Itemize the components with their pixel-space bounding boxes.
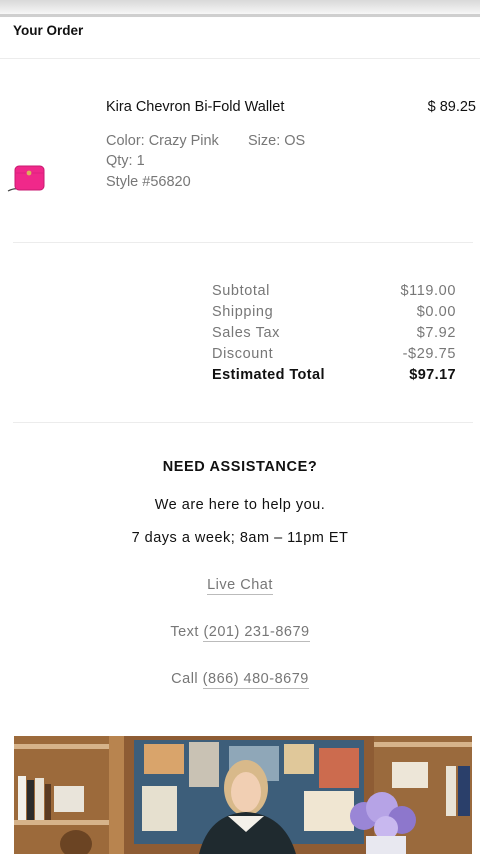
product-name[interactable]: Kira Chevron Bi-Fold Wallet	[106, 99, 284, 115]
shipping-row: Shipping $0.00	[212, 304, 456, 325]
discount-value: -$29.75	[402, 346, 456, 362]
product-color: Color: Crazy Pink	[106, 133, 219, 149]
estimated-total-value: $97.17	[409, 367, 456, 383]
sales-tax-row: Sales Tax $7.92	[212, 325, 456, 346]
product-image[interactable]	[6, 164, 46, 194]
assistance-line-hours: 7 days a week; 8am – 11pm ET	[131, 530, 349, 546]
shipping-label: Shipping	[212, 304, 274, 320]
top-bar-edge	[0, 14, 480, 17]
live-chat-row: Live Chat	[0, 577, 480, 595]
product-style: Style #56820	[106, 174, 191, 190]
call-label: Call	[171, 671, 199, 687]
text-row: Text (201) 231-8679	[0, 624, 480, 642]
page-title: Your Order	[13, 23, 84, 38]
product-price: $ 89.25	[427, 99, 476, 115]
live-chat-link[interactable]: Live Chat	[207, 577, 273, 595]
call-number-link[interactable]: (866) 480-8679	[202, 671, 309, 689]
discount-row: Discount -$29.75	[212, 346, 456, 367]
banner-photo[interactable]	[14, 736, 472, 854]
divider	[13, 242, 473, 243]
estimated-total-row: Estimated Total $97.17	[212, 367, 456, 388]
divider	[13, 422, 473, 423]
divider	[0, 58, 480, 59]
subtotal-value: $119.00	[400, 283, 456, 299]
assistance-heading: NEED ASSISTANCE?	[162, 459, 318, 475]
discount-label: Discount	[212, 346, 274, 362]
product-size: Size: OS	[248, 133, 306, 149]
sales-tax-label: Sales Tax	[212, 325, 281, 341]
subtotal-label: Subtotal	[212, 283, 271, 299]
sales-tax-value: $7.92	[416, 325, 456, 341]
estimated-total-label: Estimated Total	[212, 367, 325, 383]
shipping-value: $0.00	[416, 304, 456, 320]
call-row: Call (866) 480-8679	[0, 671, 480, 689]
office-scene-image	[14, 736, 472, 854]
product-qty: Qty: 1	[106, 153, 145, 169]
subtotal-row: Subtotal $119.00	[212, 283, 456, 304]
text-number-link[interactable]: (201) 231-8679	[203, 624, 310, 642]
text-label: Text	[170, 624, 199, 640]
order-totals: Subtotal $119.00 Shipping $0.00 Sales Ta…	[212, 283, 456, 388]
assistance-line-help: We are here to help you.	[154, 497, 326, 513]
